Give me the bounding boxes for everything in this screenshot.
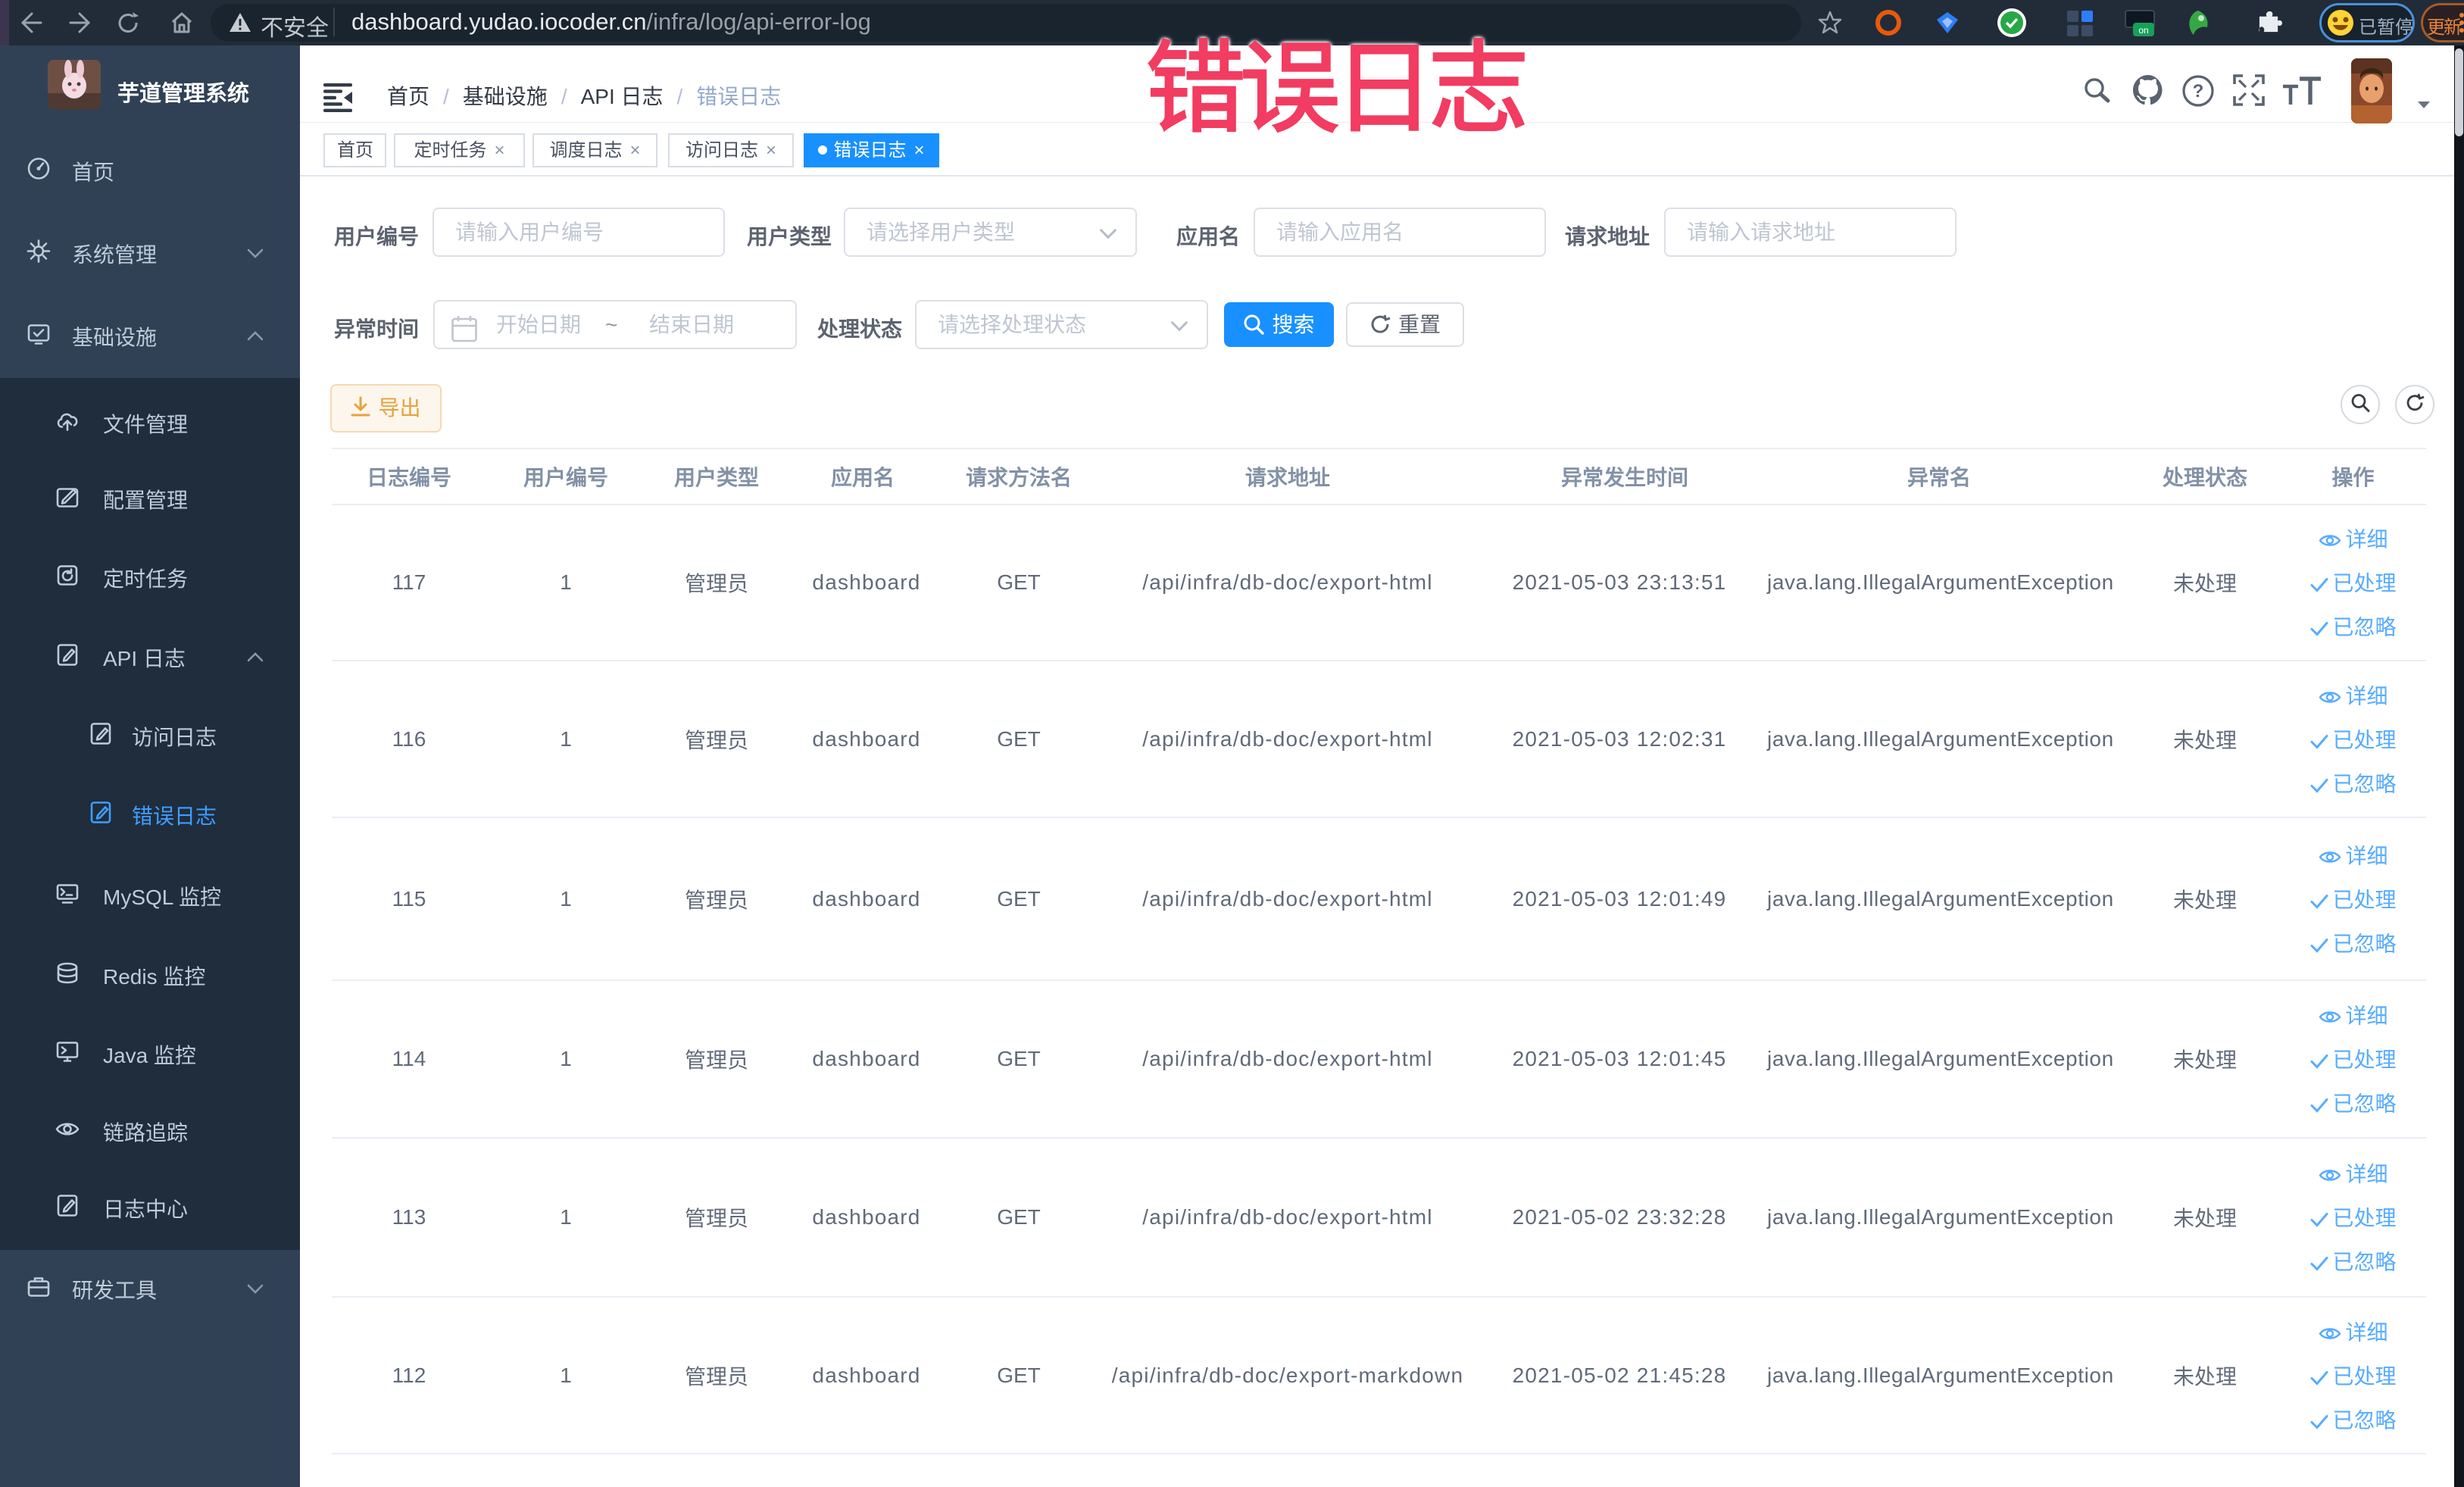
svg-text:?: ? [2193,81,2204,102]
svg-text:on: on [2138,25,2148,36]
